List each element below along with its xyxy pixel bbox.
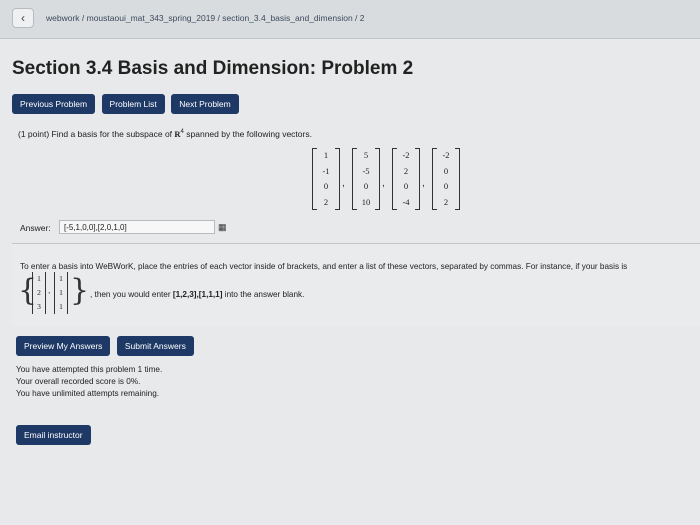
submit-answers-button[interactable]: Submit Answers xyxy=(116,336,194,356)
vector-entry: -4 xyxy=(402,196,410,207)
vector-3: -2 2 0 -4 xyxy=(392,148,420,210)
vector-entry: 2 xyxy=(443,196,449,207)
vector-entry: 2 xyxy=(323,196,329,207)
problem-nav: Previous Problem Problem List Next Probl… xyxy=(12,94,241,114)
example-instruction: , then you would enter [1,2,3],[1,1,1] i… xyxy=(90,290,304,299)
help-box: To enter a basis into WeBWorK, place the… xyxy=(12,243,700,326)
problem-prefix: (1 point) Find a basis for the subspace … xyxy=(18,129,173,139)
help-text: To enter a basis into WeBWorK, place the… xyxy=(20,262,628,271)
example-vector-2: 1 1 1 xyxy=(54,272,68,314)
comma: , xyxy=(342,178,345,189)
vector-entry: 10 xyxy=(361,196,371,207)
breadcrumb[interactable]: webwork / moustaoui_mat_343_spring_2019 … xyxy=(46,13,364,23)
email-section: Email instructor xyxy=(16,425,93,445)
vector-entry: 2 xyxy=(403,165,409,176)
vector-entry: -2 xyxy=(442,150,450,160)
top-bar: ‹ webwork / moustaoui_mat_343_spring_201… xyxy=(0,0,700,39)
example-vector-1: 1 2 3 xyxy=(32,272,46,314)
page-title: Section 3.4 Basis and Dimension: Problem… xyxy=(12,58,414,79)
vector-entry: 0 xyxy=(443,181,449,191)
vector-entry: 0 xyxy=(323,181,329,191)
vector-2: 5 -5 0 10 xyxy=(352,148,380,210)
vector-entry: 1 xyxy=(37,274,41,283)
vector-entry: 0 xyxy=(363,181,369,191)
vector-4: -2 0 0 2 xyxy=(432,148,460,210)
previous-problem-button[interactable]: Previous Problem xyxy=(12,94,96,114)
vector-entry: -2 xyxy=(402,150,410,160)
vector-entry: -5 xyxy=(362,165,370,176)
vector-entry: 2 xyxy=(37,288,41,297)
vector-entry: 3 xyxy=(37,302,41,311)
answer-label: Answer: xyxy=(20,223,51,233)
email-instructor-button[interactable]: Email instructor xyxy=(16,425,91,445)
right-brace: } xyxy=(70,273,90,308)
example-answer: [1,2,3],[1,1,1] xyxy=(172,290,223,299)
vector-entry: 5 xyxy=(363,150,369,160)
vector-entry: 1 xyxy=(323,150,329,160)
recorded-score: Your overall recorded score is 0%. xyxy=(16,377,141,386)
problem-list-button[interactable]: Problem List xyxy=(101,94,165,114)
comma: , xyxy=(382,178,385,189)
vector-entry: 0 xyxy=(443,165,449,176)
vector-entry: 1 xyxy=(59,274,63,283)
attempt-status: You have attempted this problem 1 time. … xyxy=(16,364,162,400)
vector-entry: 1 xyxy=(59,288,63,297)
then-text: , then you would enter xyxy=(90,290,171,299)
attempts-remaining: You have unlimited attempts remaining. xyxy=(16,389,160,398)
comma: , xyxy=(48,286,51,295)
vector-entry: 1 xyxy=(59,302,63,311)
attempt-count: You have attempted this problem 1 time. xyxy=(16,365,163,374)
field-power: 4 xyxy=(180,129,184,136)
vector-1: 1 -1 0 2 xyxy=(312,148,340,210)
problem-statement: (1 point) Find a basis for the subspace … xyxy=(18,129,312,139)
vector-entry: -1 xyxy=(322,165,330,176)
problem-suffix: spanned by the following vectors. xyxy=(186,129,312,139)
tail-text: into the answer blank. xyxy=(224,290,305,299)
answer-input[interactable]: [-5,1,0,0],[2,0,1,0] xyxy=(59,220,215,234)
preview-answers-button[interactable]: Preview My Answers xyxy=(16,336,111,356)
matrix-entry-icon[interactable]: ▦ xyxy=(218,222,228,232)
vector-entry: 0 xyxy=(403,181,409,191)
next-problem-button[interactable]: Next Problem xyxy=(171,94,239,114)
back-arrow-icon[interactable]: ‹ xyxy=(12,8,34,28)
comma: , xyxy=(422,178,425,189)
answer-actions: Preview My Answers Submit Answers xyxy=(16,336,196,356)
